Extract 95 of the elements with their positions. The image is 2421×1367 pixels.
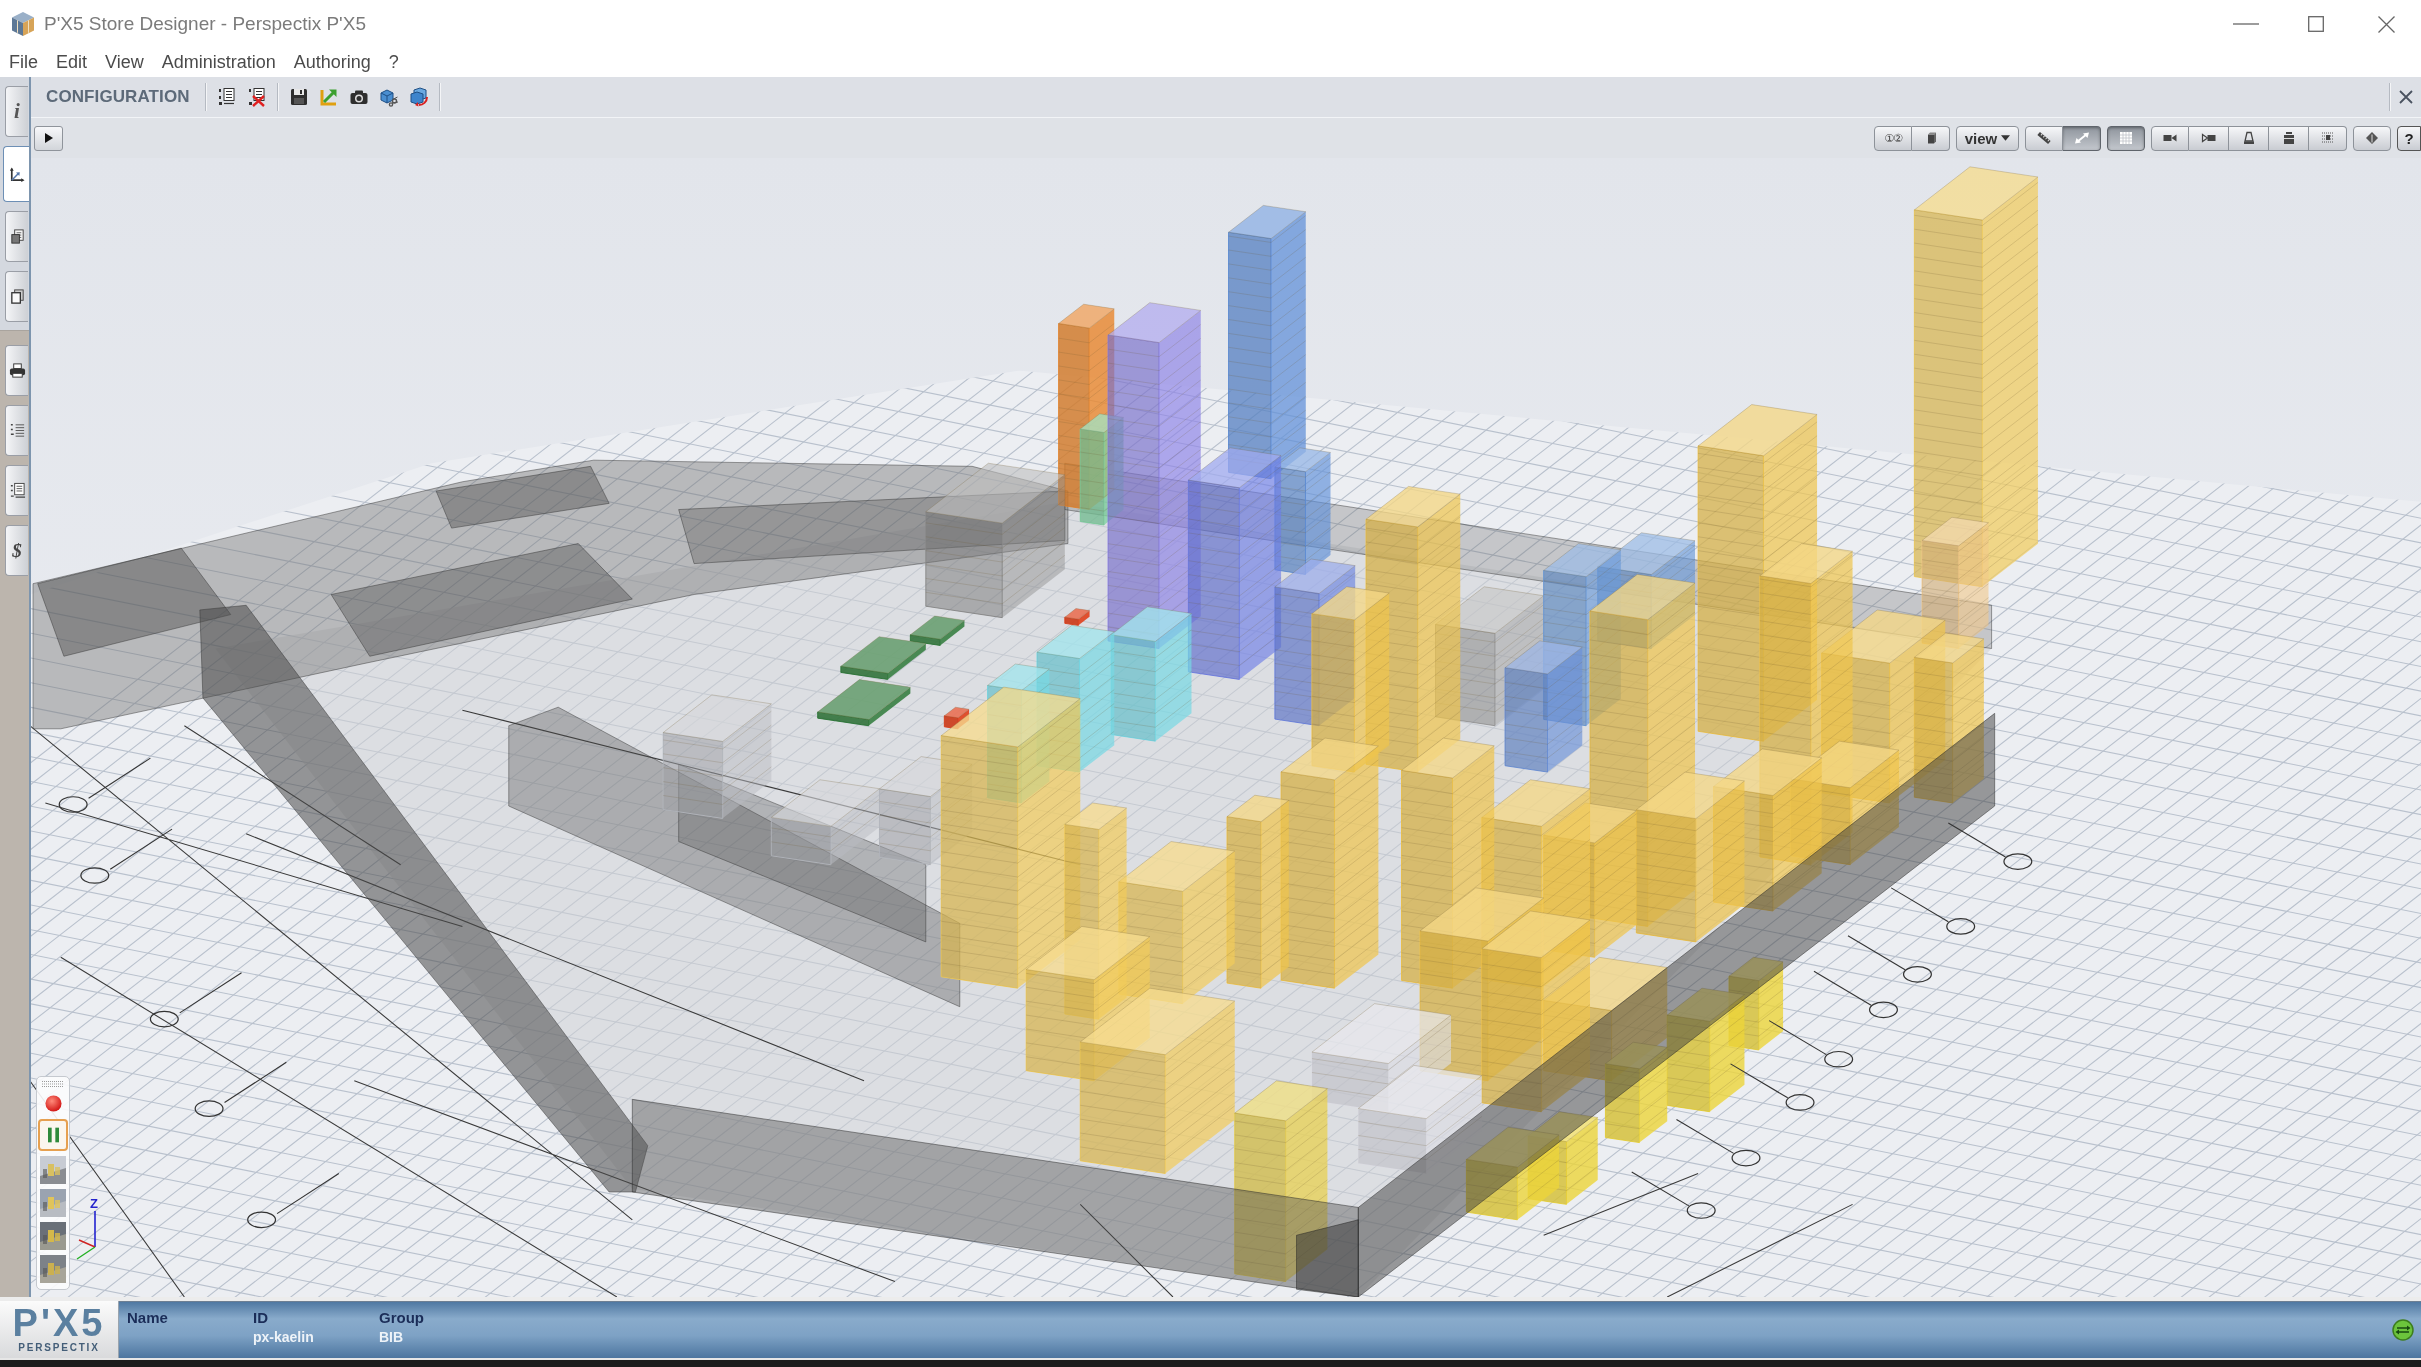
numbering-button[interactable]: ①② <box>1874 125 1912 151</box>
record-icon <box>44 1094 62 1112</box>
storage-rack[interactable] <box>1187 447 1282 680</box>
menu-item[interactable]: Administration <box>152 48 285 77</box>
storage-rack[interactable] <box>1228 205 1307 480</box>
view-thumbnail[interactable] <box>40 1156 66 1184</box>
storage-rack[interactable] <box>1274 558 1356 727</box>
window-title: P'X5 Store Designer - Perspectix P'X5 <box>44 13 366 35</box>
menu-item[interactable]: View <box>96 48 153 77</box>
pause-button[interactable] <box>38 1119 68 1151</box>
shelf-unit[interactable] <box>1465 1126 1560 1221</box>
wall[interactable] <box>32 459 1069 730</box>
solid-view-button[interactable] <box>1912 125 1950 151</box>
close-icon <box>2399 90 2413 104</box>
menu-item[interactable]: Authoring <box>284 48 380 77</box>
resize-button[interactable] <box>2063 125 2101 151</box>
product-crate[interactable] <box>1064 608 1090 626</box>
status-value: BIB <box>379 1329 405 1346</box>
fixture-block[interactable] <box>925 462 1066 619</box>
cube-arrow-icon <box>408 87 429 107</box>
dotted-grid-icon <box>2319 131 2336 145</box>
shelf-unit[interactable] <box>1604 1041 1668 1144</box>
wall[interactable] <box>1296 1219 1359 1297</box>
shelf-unit[interactable] <box>1234 1080 1328 1283</box>
side-tab[interactable]: $ <box>5 525 28 576</box>
material-button[interactable] <box>2353 125 2391 151</box>
side-tab[interactable]: i <box>5 86 28 137</box>
close-icon <box>2377 15 2395 33</box>
side-tab[interactable] <box>5 271 28 322</box>
shelf-unit[interactable] <box>1913 166 2039 588</box>
wall[interactable] <box>435 465 610 529</box>
status-label: Group <box>379 1309 425 1326</box>
view-thumbnail[interactable] <box>40 1189 66 1217</box>
shelf-unit[interactable] <box>1666 987 1745 1113</box>
measure-button[interactable] <box>2025 125 2063 151</box>
diagonal-arrow-icon <box>2073 131 2090 145</box>
side-tab[interactable] <box>5 345 28 396</box>
side-tab[interactable] <box>3 146 29 202</box>
weight-button[interactable] <box>2269 125 2309 151</box>
logo-mark: P'X5 <box>12 1305 106 1341</box>
display-table[interactable] <box>840 636 927 680</box>
caret-icon <box>2001 135 2011 141</box>
status-value: px-kaelin <box>253 1329 315 1346</box>
export-arrow-icon <box>318 87 339 107</box>
side-tab[interactable] <box>5 465 28 516</box>
shelf-unit[interactable] <box>1481 910 1591 1113</box>
storage-rack[interactable] <box>1079 413 1124 526</box>
help-button[interactable]: ? <box>2397 125 2421 151</box>
logo-subtitle: PERSPECTIX <box>18 1341 100 1354</box>
numbered-list-icon <box>8 422 26 439</box>
side-tab[interactable] <box>5 211 28 262</box>
back-camera-button[interactable] <box>2189 125 2229 151</box>
shelf-unit[interactable] <box>1635 771 1745 943</box>
view-dropdown[interactable]: view <box>1956 125 2019 151</box>
shelf-unit[interactable] <box>1913 632 1985 804</box>
reverse-camera-icon <box>2200 131 2217 145</box>
grid-icon <box>2118 131 2134 145</box>
storage-rack[interactable] <box>1543 543 1622 727</box>
display-table[interactable] <box>817 679 911 727</box>
view-thumbnail[interactable] <box>40 1222 66 1250</box>
panel-title: CONFIGURATION <box>46 87 190 107</box>
numbered-list-icon <box>216 87 237 107</box>
lamp-button[interactable] <box>2229 125 2269 151</box>
pause-icon <box>47 1127 59 1143</box>
status-label: ID <box>253 1309 269 1326</box>
play-button[interactable] <box>34 125 63 151</box>
minimize-icon <box>2233 23 2259 25</box>
app-cube-icon <box>10 11 36 37</box>
wall[interactable] <box>330 543 633 657</box>
printer-icon <box>8 362 26 379</box>
axes-icon <box>8 165 25 183</box>
view-thumbnail[interactable] <box>40 1255 66 1283</box>
windows-icon <box>8 288 26 305</box>
storage-rack[interactable] <box>1504 640 1583 773</box>
connection-icon[interactable] <box>2392 1319 2414 1341</box>
fixture-block[interactable] <box>662 694 772 819</box>
grip-icon[interactable] <box>41 1080 65 1087</box>
play-icon <box>44 133 53 143</box>
menu-item[interactable]: File <box>0 48 47 77</box>
menu-item[interactable]: ? <box>379 48 408 77</box>
list-document-icon <box>8 482 26 499</box>
delete-list-icon <box>246 87 267 107</box>
cube-scissors-icon <box>378 87 399 107</box>
axis-label: Z <box>90 1197 98 1211</box>
counter-block[interactable] <box>1357 1065 1483 1174</box>
status-label: Name <box>127 1309 169 1326</box>
maximize-icon <box>2308 16 2324 32</box>
diamond-icon <box>2364 131 2380 145</box>
fixture-block[interactable] <box>770 779 880 866</box>
grid-button[interactable] <box>2107 125 2145 151</box>
display-table[interactable] <box>909 615 965 646</box>
document-copy-icon <box>8 228 26 245</box>
front-camera-button[interactable] <box>2151 125 2189 151</box>
menu-item[interactable]: Edit <box>47 48 97 77</box>
wall[interactable] <box>1357 712 1996 1297</box>
